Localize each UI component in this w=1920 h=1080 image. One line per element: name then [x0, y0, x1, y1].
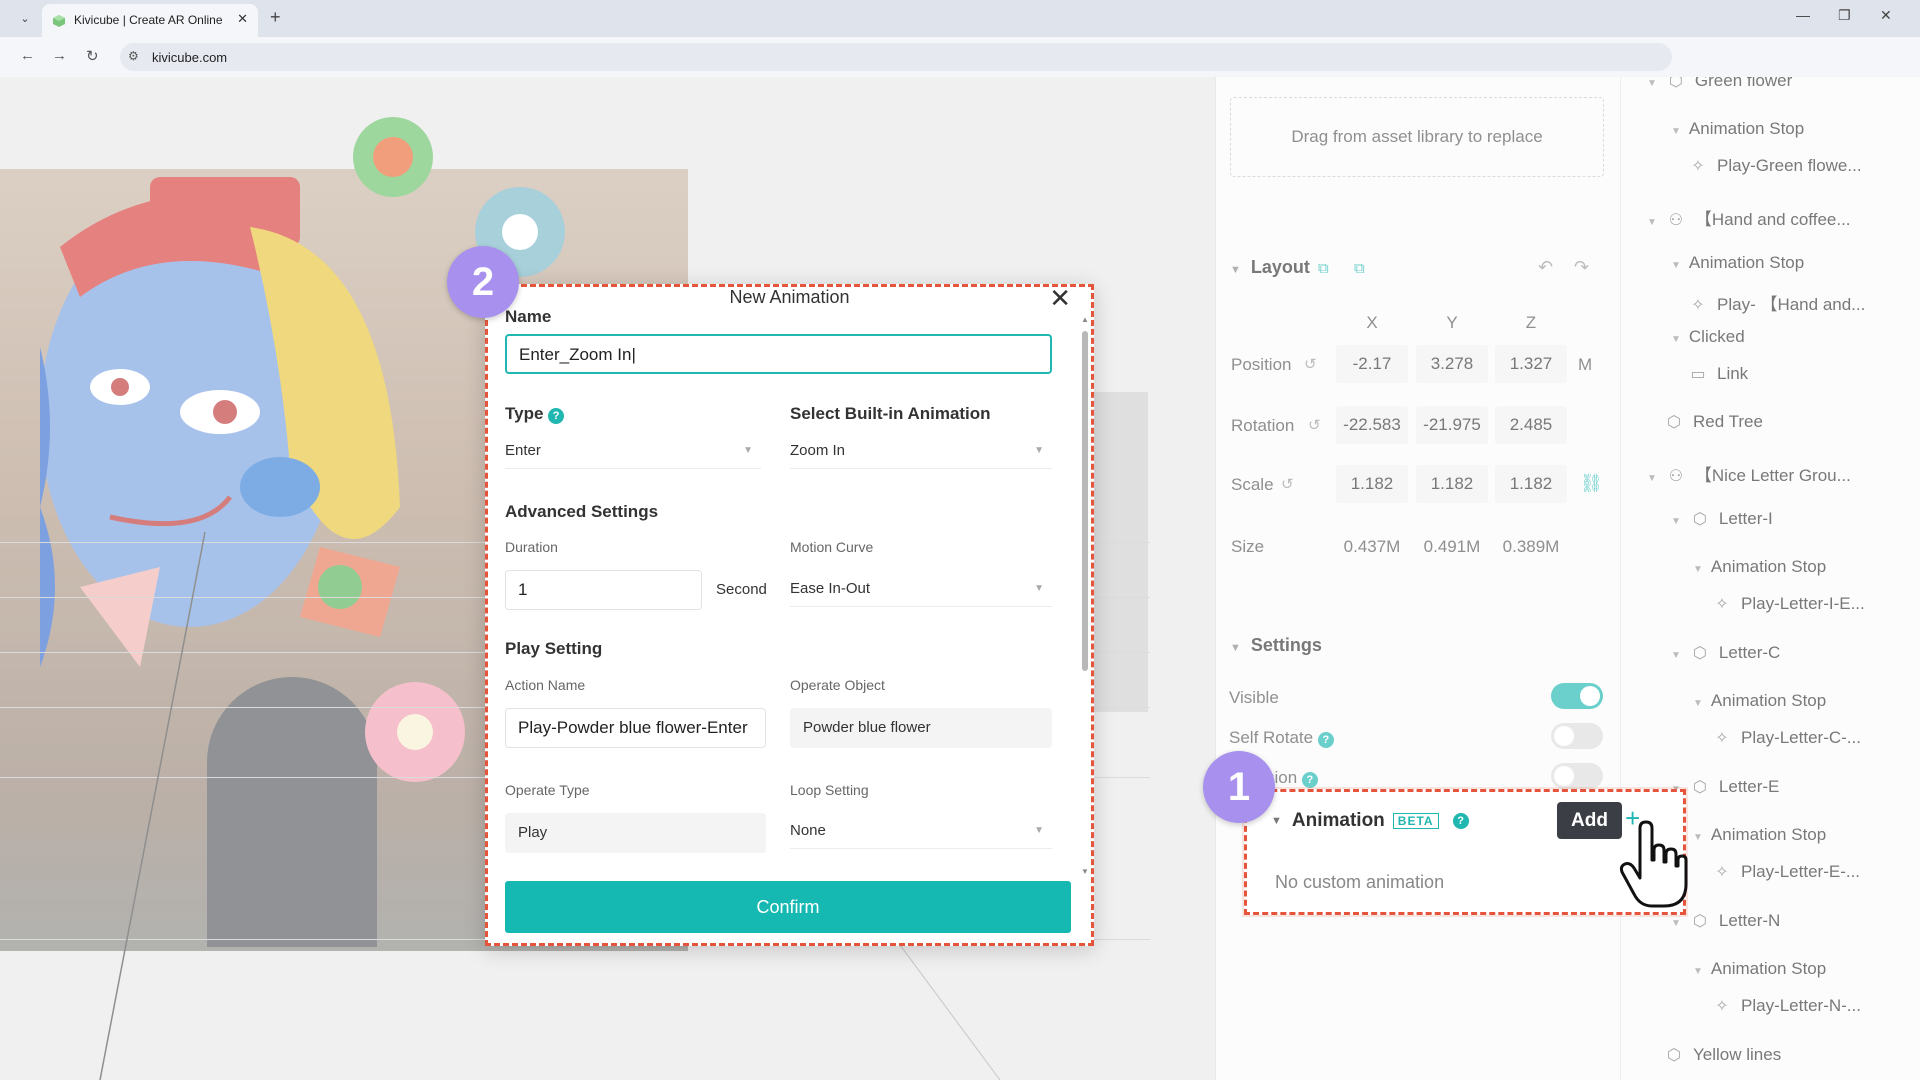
type-select[interactable]: Enter ▼ — [505, 433, 761, 469]
step-badge-1: 1 — [1203, 751, 1275, 823]
tab-strip: ⌄ Kivicube | Create AR Online - ✕ + — ❐ … — [0, 0, 1920, 37]
address-bar: ← → ↻ ⚙ kivicube.com — [0, 37, 1920, 77]
help-icon[interactable]: ? — [1452, 813, 1469, 829]
motion-curve-label: Motion Curve — [790, 539, 874, 555]
url-text: kivicube.com — [152, 50, 228, 65]
animation-title: Animation — [1291, 810, 1385, 831]
window-close-icon[interactable]: ✕ — [1880, 7, 1892, 24]
name-label: Name — [505, 307, 552, 326]
empty-animation-text: No custom animation — [1275, 872, 1445, 892]
help-icon[interactable]: ? — [548, 408, 565, 424]
advanced-settings-heading: Advanced Settings — [505, 502, 659, 521]
action-name-label: Action Name — [505, 677, 586, 693]
loop-setting-label: Loop Setting — [790, 782, 869, 798]
builtin-animation-select[interactable]: Zoom In ▼ — [790, 433, 1052, 469]
chevron-down-icon: ▼ — [1034, 445, 1044, 456]
forward-icon[interactable]: → — [52, 47, 67, 64]
operate-type-field: Play — [505, 813, 766, 853]
hand-cursor-icon — [1619, 820, 1688, 908]
add-tooltip: Add — [1557, 802, 1622, 839]
scroll-down-icon: ▼ — [1081, 867, 1089, 876]
url-field[interactable]: ⚙ kivicube.com — [120, 43, 1672, 71]
new-animation-modal: New Animation ✕ Name Enter_Zoom In| Type… — [485, 283, 1094, 946]
motion-curve-select[interactable]: Ease In-Out ▼ — [790, 571, 1052, 607]
minimize-icon[interactable]: — — [1796, 7, 1810, 23]
beta-badge: BETA — [1392, 813, 1439, 829]
play-setting-heading: Play Setting — [505, 639, 603, 658]
tab-list-button[interactable]: ⌄ — [14, 9, 36, 29]
builtin-animation-label: Select Built-in Animation — [790, 404, 991, 423]
chevron-down-icon: ▼ — [743, 445, 753, 456]
restore-icon[interactable]: ❐ — [1838, 7, 1851, 24]
animation-section-header[interactable]: ▼ Animation BETA ? — [1271, 810, 1469, 832]
modal-title: New Animation — [729, 287, 850, 307]
operate-type-label: Operate Type — [505, 782, 590, 798]
new-tab-icon[interactable]: + — [270, 7, 281, 28]
scroll-up-icon: ▲ — [1081, 315, 1089, 324]
duration-unit: Second — [716, 581, 767, 598]
confirm-button[interactable]: Confirm — [505, 881, 1071, 933]
duration-label: Duration — [505, 539, 558, 555]
tab-title: Kivicube | Create AR Online - — [74, 13, 224, 27]
kivicube-favicon-icon — [53, 15, 65, 27]
operate-object-field: Powder blue flower — [790, 708, 1052, 748]
name-input[interactable]: Enter_Zoom In| — [505, 334, 1052, 374]
chevron-down-icon: ▼ — [1034, 825, 1044, 836]
action-name-input[interactable]: Play-Powder blue flower-Enter — [505, 708, 766, 748]
type-label: Type ? — [505, 404, 565, 424]
modal-close-icon[interactable]: ✕ — [1049, 283, 1071, 314]
scrollbar-thumb — [1082, 331, 1088, 671]
step-badge-2: 2 — [447, 246, 519, 318]
site-info-icon[interactable]: ⚙ — [128, 49, 139, 63]
reload-icon[interactable]: ↻ — [86, 47, 99, 65]
operate-object-label: Operate Object — [790, 677, 885, 693]
tab-close-icon[interactable]: ✕ — [237, 11, 248, 27]
back-icon[interactable]: ← — [20, 47, 35, 64]
modal-scrollbar[interactable]: ▲ ▼ — [1081, 315, 1089, 876]
chevron-down-icon: ▼ — [1034, 583, 1044, 594]
browser-tab[interactable]: Kivicube | Create AR Online - ✕ — [42, 4, 258, 37]
loop-setting-select[interactable]: None ▼ — [790, 813, 1052, 849]
duration-input[interactable]: 1 — [505, 570, 702, 610]
